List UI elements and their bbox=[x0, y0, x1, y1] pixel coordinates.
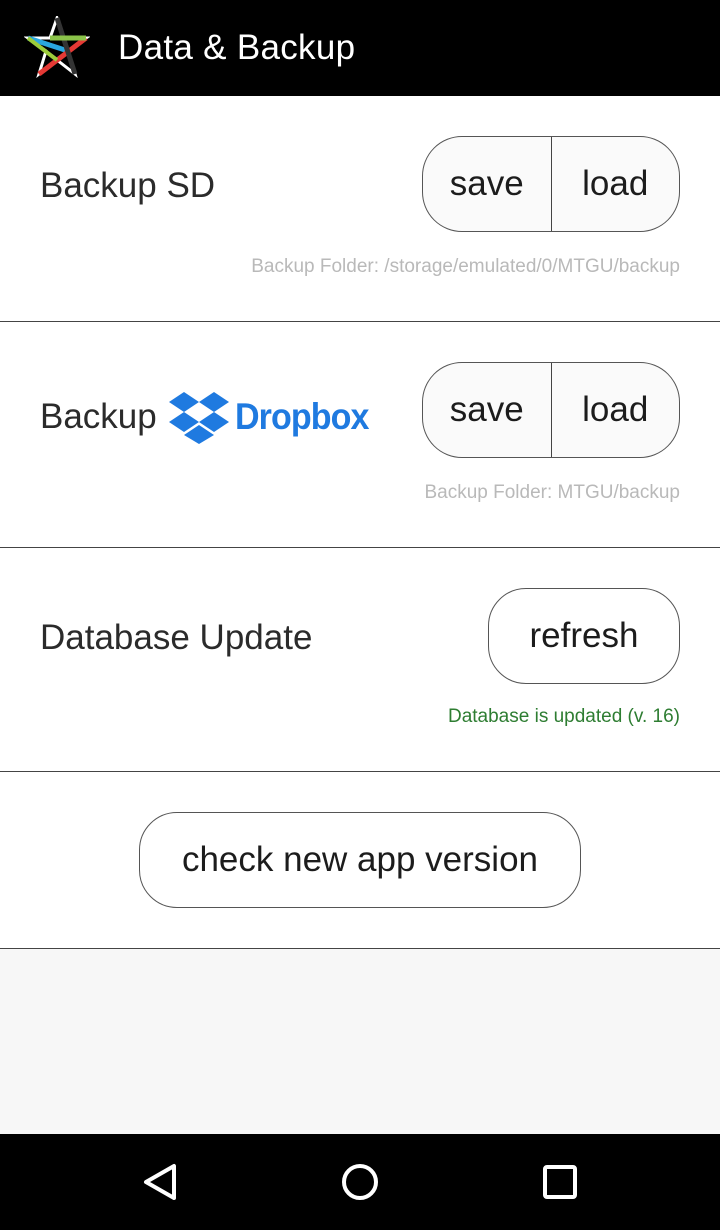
dropbox-icon bbox=[168, 392, 229, 444]
system-nav-bar bbox=[0, 1134, 720, 1230]
backup-sd-folder-note: Backup Folder: /storage/emulated/0/MTGU/… bbox=[251, 256, 680, 277]
backup-dropbox-save-button[interactable]: save bbox=[423, 363, 551, 457]
refresh-button[interactable]: refresh bbox=[488, 588, 680, 684]
backup-sd-section: Backup SD save load Backup Folder: /stor… bbox=[0, 96, 720, 322]
database-status: Database is updated (v. 16) bbox=[447, 706, 680, 727]
action-bar: Data & Backup bbox=[0, 0, 720, 96]
mtgu-star-logo-icon bbox=[24, 16, 90, 78]
backup-dropbox-folder-note: Backup Folder: MTGU/backup bbox=[424, 482, 680, 503]
backup-dropbox-button-group: save load bbox=[422, 362, 680, 458]
backup-sd-save-button[interactable]: save bbox=[423, 137, 551, 231]
dropbox-wordmark: Dropbox bbox=[234, 396, 369, 437]
app-version-section: check new app version bbox=[0, 772, 720, 949]
dropbox-logo: Dropbox bbox=[168, 390, 380, 444]
database-update-title: Database Update bbox=[40, 618, 313, 657]
recents-icon[interactable] bbox=[540, 1162, 580, 1202]
backup-sd-button-group: save load bbox=[422, 136, 680, 232]
backup-dropbox-section: Backup Dropbox save load Backup Folder: … bbox=[0, 322, 720, 548]
page-title: Data & Backup bbox=[118, 28, 356, 67]
backup-sd-title: Backup SD bbox=[40, 166, 216, 205]
check-new-app-version-button[interactable]: check new app version bbox=[139, 812, 581, 908]
app-root: Data & Backup Backup SD save load Backup… bbox=[0, 0, 720, 1230]
backup-dropbox-load-button[interactable]: load bbox=[552, 363, 680, 457]
backup-sd-load-button[interactable]: load bbox=[552, 137, 680, 231]
home-icon[interactable] bbox=[340, 1162, 380, 1202]
back-icon[interactable] bbox=[140, 1162, 180, 1202]
database-update-section: Database Update refresh Database is upda… bbox=[0, 548, 720, 772]
backup-dropbox-title: Backup Dropbox bbox=[40, 390, 380, 444]
backup-dropbox-title-prefix: Backup bbox=[40, 397, 157, 436]
